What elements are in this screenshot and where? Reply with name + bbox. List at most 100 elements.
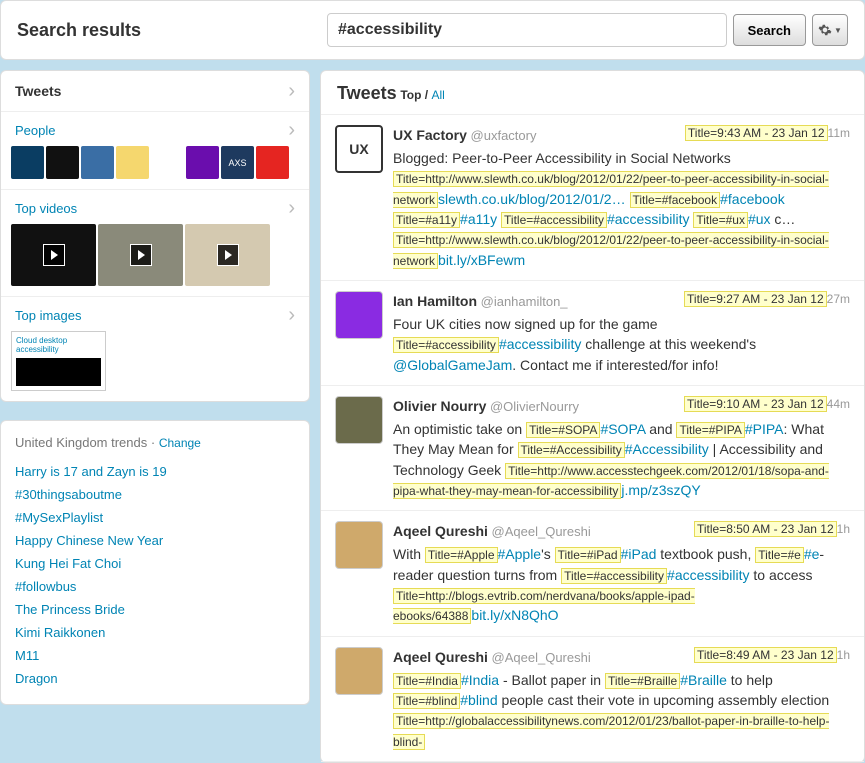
trend-item[interactable]: Dragon — [15, 667, 295, 690]
title-tooltip: Title=http://www.accesstechgeek.com/2012… — [393, 463, 829, 499]
tweet-timestamp[interactable]: Title=9:27 AM - 23 Jan 1227m — [684, 291, 850, 308]
sidebar-videos-row[interactable]: Top videos › — [1, 189, 309, 222]
trend-item[interactable]: Happy Chinese New Year — [15, 529, 295, 552]
sidebar-tweets-header[interactable]: Tweets › — [1, 71, 309, 112]
tweet-link[interactable]: #India — [461, 672, 499, 688]
main-column: Tweets Top / All UX Title=9:43 AM - 23 Ja… — [320, 70, 865, 763]
search-header: Search results Search ▼ — [0, 0, 865, 60]
sidebar-images-link[interactable]: Top images — [15, 308, 81, 323]
tweet-handle[interactable]: @OlivierNourry — [486, 399, 579, 414]
tweet-link[interactable]: slewth.co.uk/blog/2012/01/2… — [438, 191, 626, 207]
tweet-link[interactable]: bit.ly/xN8QhO — [471, 607, 558, 623]
avatar[interactable] — [335, 291, 383, 339]
tweet-link[interactable]: #Accessibility — [625, 441, 709, 457]
tweet-timestamp[interactable]: Title=8:50 AM - 23 Jan 121h — [694, 521, 850, 538]
people-thumb[interactable]: AXS — [221, 146, 254, 179]
title-tooltip: Title=#India — [393, 673, 461, 689]
filter-top[interactable]: Top — [400, 88, 421, 102]
avatar[interactable]: UX — [335, 125, 383, 173]
tweet-link[interactable]: #Apple — [498, 546, 542, 562]
tweet[interactable]: Title=9:27 AM - 23 Jan 1227m Ian Hamilton… — [321, 281, 864, 386]
people-thumb[interactable] — [46, 146, 79, 179]
title-tooltip: Title=#Braille — [605, 673, 680, 689]
video-thumb[interactable] — [185, 224, 270, 286]
video-thumb[interactable] — [11, 224, 96, 286]
tweet-handle[interactable]: @uxfactory — [467, 128, 537, 143]
title-tooltip: Title=#a11y — [393, 212, 460, 228]
title-tooltip: Title=#iPad — [555, 547, 621, 563]
tweet-author[interactable]: Aqeel Qureshi — [393, 523, 488, 539]
trend-item[interactable]: Kimi Raikkonen — [15, 621, 295, 644]
tweet-handle[interactable]: @ianhamilton_ — [477, 294, 568, 309]
tweet-handle[interactable]: @Aqeel_Qureshi — [488, 650, 591, 665]
tweet-handle[interactable]: @Aqeel_Qureshi — [488, 524, 591, 539]
people-thumb[interactable] — [151, 146, 184, 179]
tweet-author[interactable]: Aqeel Qureshi — [393, 649, 488, 665]
play-icon — [217, 244, 239, 266]
search-input[interactable] — [327, 13, 727, 47]
people-thumb[interactable] — [81, 146, 114, 179]
tweet-link[interactable]: #iPad — [621, 546, 657, 562]
tweet-link[interactable]: #e — [804, 546, 820, 562]
sidebar-people-link[interactable]: People — [15, 123, 55, 138]
tweet-timestamp[interactable]: Title=8:49 AM - 23 Jan 121h — [694, 647, 850, 664]
avatar[interactable] — [335, 647, 383, 695]
filter-all[interactable]: All — [431, 88, 444, 102]
people-thumbnails: AXS — [1, 144, 309, 189]
tweet-timestamp[interactable]: Title=9:43 AM - 23 Jan 1211m — [685, 125, 850, 142]
trend-item[interactable]: M11 — [15, 644, 295, 667]
tweet-author[interactable]: UX Factory — [393, 127, 467, 143]
tweet-body: Title=8:50 AM - 23 Jan 121h Aqeel Qureshi… — [393, 521, 850, 625]
page-title: Search results — [17, 20, 317, 41]
people-thumb[interactable] — [11, 146, 44, 179]
tweet-link[interactable]: bit.ly/xBFewm — [438, 252, 525, 268]
trend-item[interactable]: Kung Hei Fat Choi — [15, 552, 295, 575]
avatar[interactable] — [335, 521, 383, 569]
sidebar-card: Tweets › People › AXS Top videos › Top i… — [0, 70, 310, 402]
tweet-text: Four UK cities now signed up for the gam… — [393, 314, 850, 375]
tweets-heading: Tweets — [337, 83, 397, 103]
tweet-link[interactable]: j.mp/z3szQY — [621, 482, 700, 498]
people-thumb[interactable] — [116, 146, 149, 179]
tweet[interactable]: Title=8:50 AM - 23 Jan 121h Aqeel Qureshi… — [321, 511, 864, 636]
trends-change-link[interactable]: Change — [159, 436, 201, 450]
tweet-link[interactable]: #a11y — [460, 211, 497, 227]
tweet-author[interactable]: Ian Hamilton — [393, 293, 477, 309]
image-thumb[interactable]: Cloud desktop accessibility — [11, 331, 106, 391]
sidebar-videos-link[interactable]: Top videos — [15, 201, 77, 216]
tweet[interactable]: Title=9:10 AM - 23 Jan 1244m Olivier Nour… — [321, 386, 864, 511]
tweet[interactable]: UX Title=9:43 AM - 23 Jan 1211m UX Factory… — [321, 115, 864, 281]
title-tooltip: Title=#e — [755, 547, 804, 563]
trend-item[interactable]: Harry is 17 and Zayn is 19 — [15, 460, 295, 483]
search-button[interactable]: Search — [733, 14, 806, 46]
tweet-body: Title=9:27 AM - 23 Jan 1227m Ian Hamilton… — [393, 291, 850, 375]
trend-item[interactable]: #30thingsaboutme — [15, 483, 295, 506]
tweet-link[interactable]: #facebook — [720, 191, 785, 207]
title-tooltip: Title=#accessibility — [393, 337, 499, 353]
tweet-link[interactable]: #ux — [748, 211, 771, 227]
trend-item[interactable]: #followbus — [15, 575, 295, 598]
tweet-link[interactable]: #accessibility — [667, 567, 749, 583]
video-thumb[interactable] — [98, 224, 183, 286]
tweet-link[interactable]: #Braille — [680, 672, 727, 688]
people-thumb[interactable] — [186, 146, 219, 179]
people-thumb[interactable] — [256, 146, 289, 179]
title-tooltip: Title=#facebook — [630, 192, 721, 208]
tweet-link[interactable]: @GlobalGameJam — [393, 357, 512, 373]
tweet-timestamp[interactable]: Title=9:10 AM - 23 Jan 1244m — [684, 396, 850, 413]
tweet[interactable]: Title=8:49 AM - 23 Jan 121h Aqeel Qureshi… — [321, 637, 864, 762]
chevron-right-icon: › — [288, 305, 295, 325]
tweet-link[interactable]: #blind — [460, 692, 497, 708]
avatar[interactable] — [335, 396, 383, 444]
settings-button[interactable]: ▼ — [812, 14, 848, 46]
tweet-author[interactable]: Olivier Nourry — [393, 398, 486, 414]
tweet-link[interactable]: #PIPA — [745, 421, 784, 437]
sidebar-people-row[interactable]: People › — [1, 112, 309, 144]
tweet-link[interactable]: #accessibility — [499, 336, 581, 352]
tweet-link[interactable]: #accessibility — [607, 211, 689, 227]
trend-item[interactable]: The Princess Bride — [15, 598, 295, 621]
trend-item[interactable]: #MySexPlaylist — [15, 506, 295, 529]
tweet-link[interactable]: #SOPA — [600, 421, 645, 437]
tweets-header: Tweets Top / All — [321, 71, 864, 115]
sidebar-images-row[interactable]: Top images › — [1, 296, 309, 329]
